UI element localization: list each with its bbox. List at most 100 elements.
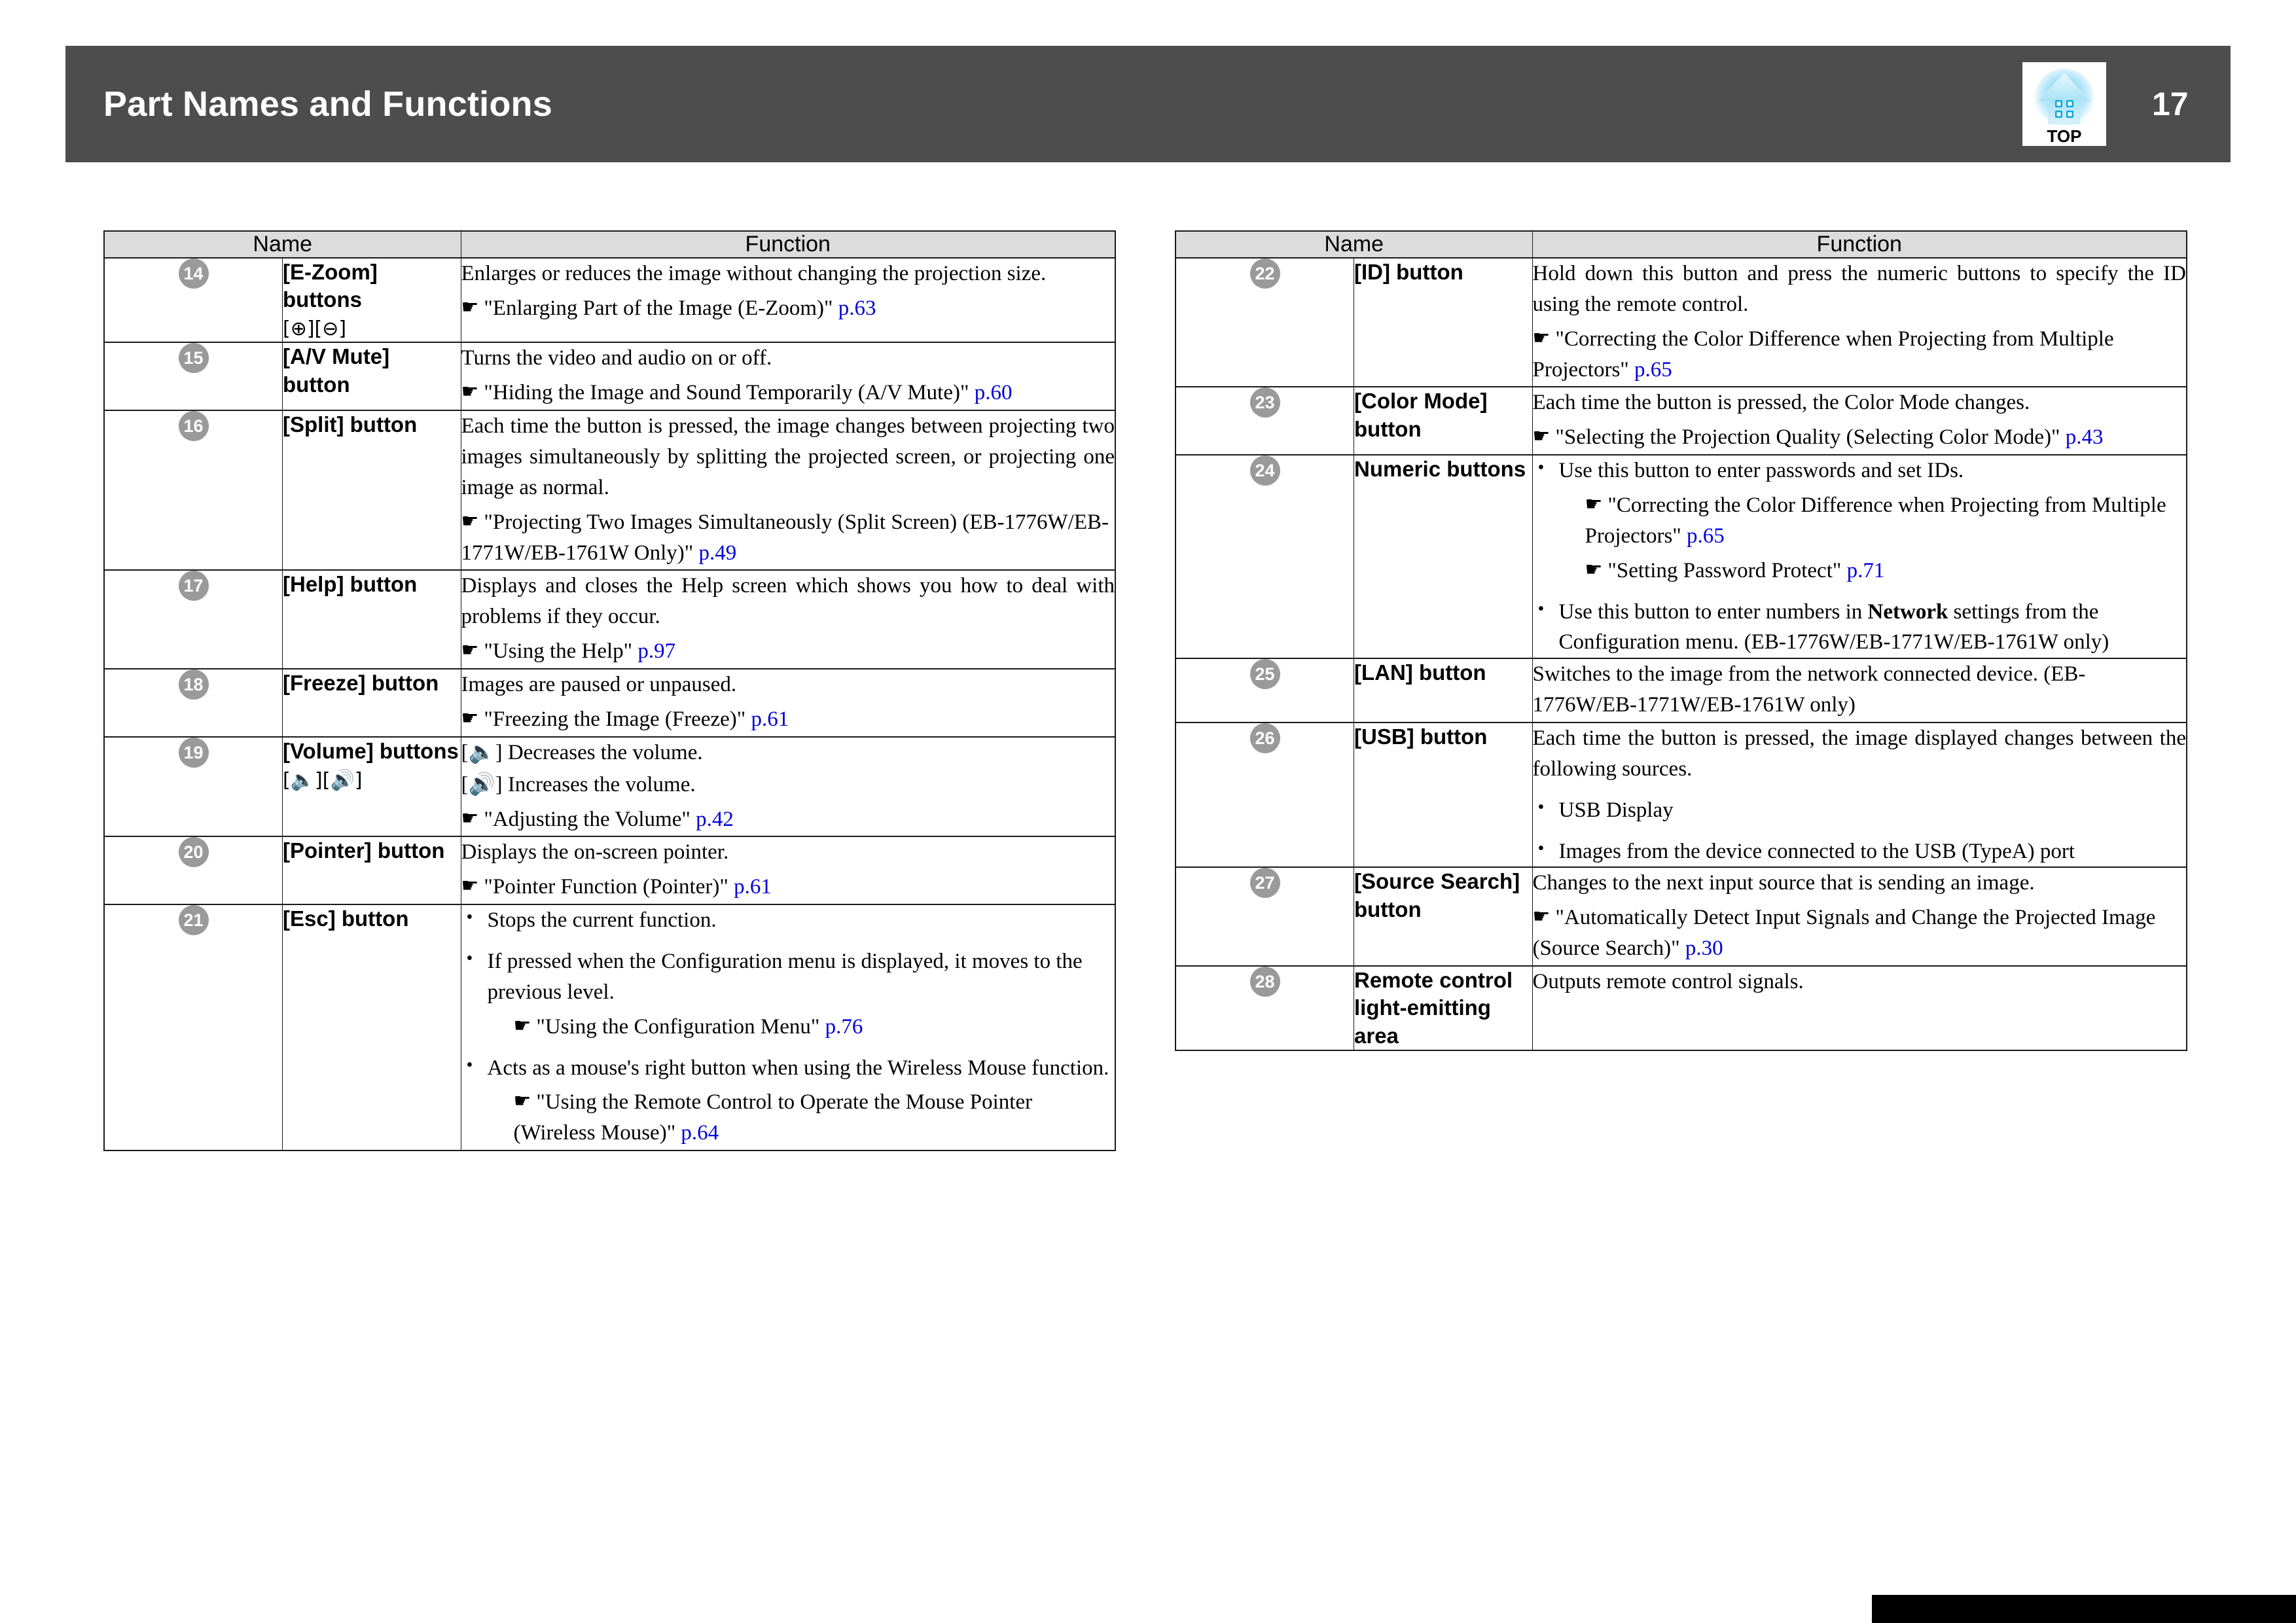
- cross-reference-page-link[interactable]: p.63: [838, 296, 876, 320]
- table-row: 16 [Split] button Each time the button i…: [103, 410, 1116, 571]
- cross-reference-page-link[interactable]: p.60: [975, 381, 1013, 404]
- circled-number-icon: 27: [1249, 868, 1280, 899]
- list-item: If pressed when the Configuration menu i…: [467, 946, 1115, 1043]
- row-function-cell: Stops the current function. If pressed w…: [460, 904, 1116, 1151]
- row-name-cell: [Split] button: [282, 410, 461, 571]
- cross-reference-page-link[interactable]: p.61: [734, 875, 772, 899]
- row-number-cell: 23: [1175, 386, 1354, 455]
- circled-number-icon: 21: [178, 905, 209, 936]
- bullet-text: Use this button to enter numbers in Netw…: [1558, 599, 2109, 654]
- pointing-hand-icon: ☛: [461, 639, 479, 662]
- cross-reference-page-link[interactable]: p.97: [637, 639, 675, 663]
- table-row: 17 [Help] button Displays and closes the…: [103, 569, 1116, 669]
- row-function-cell: Outputs remote control signals.: [1532, 965, 2187, 1051]
- row-function-cell: Images are paused or unpaused. ☛ "Freezin…: [460, 668, 1116, 738]
- cross-reference-title: "Correcting the Color Difference when Pr…: [1532, 327, 2114, 382]
- table-row: 27 [Source Search] button Changes to the…: [1175, 866, 2187, 967]
- cross-reference-page-link[interactable]: p.65: [1634, 358, 1672, 382]
- table-header-row: Name Function: [1175, 230, 2187, 259]
- pointing-hand-icon: ☛: [461, 380, 479, 404]
- pointing-hand-icon: ☛: [1532, 326, 1551, 349]
- page-number: 17: [2152, 86, 2189, 122]
- row-name-cell: [Color Mode] button: [1354, 386, 1533, 455]
- cross-reference: ☛ "Using the Help" p.97: [461, 636, 1115, 667]
- cross-reference: ☛ "Adjusting the Volume" p.42: [461, 804, 1115, 835]
- cross-reference-title: "Correcting the Color Difference when Pr…: [1585, 493, 2166, 548]
- column-header-function: Function: [460, 230, 1116, 259]
- part-name: [E-Zoom] buttons: [283, 260, 378, 312]
- content-columns: Name Function 14 [E-Zoom] buttons [⊕][⊖]…: [0, 230, 2296, 1152]
- table-row: 18 [Freeze] button Images are paused or …: [103, 668, 1116, 738]
- page-header-bar: Part Names and Functions TOP 17: [65, 46, 2231, 162]
- top-home-icon[interactable]: TOP: [2022, 62, 2106, 146]
- cross-reference-page-link[interactable]: p.49: [698, 541, 736, 565]
- pointing-hand-icon: ☛: [513, 1090, 531, 1113]
- parts-table-left: Name Function 14 [E-Zoom] buttons [⊕][⊖]…: [103, 230, 1116, 1152]
- pointing-hand-icon: ☛: [461, 806, 479, 830]
- row-function-cell: Switches to the image from the network c…: [1532, 658, 2187, 723]
- cross-reference-page-link[interactable]: p.71: [1847, 559, 1885, 582]
- cross-reference: ☛ "Correcting the Color Difference when P…: [1533, 324, 2187, 385]
- cross-reference-title: "Projecting Two Images Simultaneously (S…: [461, 510, 1109, 565]
- bullet-text: Use this button to enter passwords and s…: [1558, 459, 1964, 483]
- circled-number-icon: 22: [1249, 259, 1280, 289]
- cross-reference-title: "Setting Password Protect": [1607, 558, 1842, 582]
- pointing-hand-icon: ☛: [1532, 905, 1551, 929]
- row-name-cell: [Esc] button: [282, 904, 461, 1151]
- column-header-function: Function: [1532, 230, 2187, 259]
- row-number-cell: 15: [103, 342, 283, 411]
- list-item: Use this button to enter passwords and s…: [1538, 455, 2187, 586]
- row-number-cell: 20: [103, 836, 283, 905]
- part-name: [A/V Mute] button: [283, 344, 390, 397]
- part-name: [Freeze] button: [283, 671, 439, 696]
- cross-reference-page-link[interactable]: p.76: [825, 1015, 863, 1039]
- part-name: [Color Mode] button: [1354, 389, 1488, 441]
- right-column: Name Function 22 [ID] button Hold down t…: [1175, 230, 2187, 1151]
- cross-reference-page-link[interactable]: p.65: [1687, 524, 1725, 548]
- row-function-cell: Hold down this button and press the nume…: [1532, 257, 2187, 387]
- row-name-cell: [Help] button: [282, 569, 461, 669]
- row-function-cell: Each time the button is pressed, the ima…: [1532, 722, 2187, 868]
- row-number-cell: 19: [103, 736, 283, 837]
- cross-reference: ☛ "Automatically Detect Input Signals and…: [1533, 902, 2187, 964]
- cross-reference-page-link[interactable]: p.64: [681, 1121, 719, 1145]
- part-name-button-glyphs: [⊕][⊖]: [283, 317, 347, 341]
- part-name: Numeric buttons: [1354, 457, 1526, 482]
- cross-reference-page-link[interactable]: p.42: [696, 808, 734, 831]
- row-function-cell: [🔈] Decreases the volume. [🔊] Increases …: [460, 736, 1116, 837]
- table-row: 26 [USB] button Each time the button is …: [1175, 722, 2187, 868]
- list-item: Stops the current function.: [467, 904, 1115, 936]
- pointing-hand-icon: ☛: [461, 874, 479, 898]
- cross-reference-page-link[interactable]: p.43: [2066, 425, 2104, 449]
- list-item: Acts as a mouse's right button when usin…: [467, 1052, 1115, 1149]
- cross-reference-title: "Freezing the Image (Freeze)": [484, 707, 746, 731]
- function-text: Images are paused or unpaused.: [461, 673, 737, 697]
- cross-reference: ☛ "Selecting the Projection Quality (Sele…: [1533, 422, 2187, 453]
- parts-table-right: Name Function 22 [ID] button Hold down t…: [1175, 230, 2187, 1051]
- row-name-cell: Numeric buttons: [1354, 454, 1533, 659]
- pointing-hand-icon: ☛: [461, 509, 479, 533]
- circled-number-icon: 14: [178, 259, 209, 289]
- function-text: [🔈] Decreases the volume.: [461, 740, 703, 764]
- table-row: 15 [A/V Mute] button Turns the video and…: [103, 342, 1116, 411]
- cross-reference-page-link[interactable]: p.30: [1685, 936, 1723, 960]
- row-function-cell: Displays the on-screen pointer. ☛ "Pointe…: [460, 836, 1116, 905]
- list-item: Images from the device connected to the …: [1538, 836, 2187, 867]
- function-text: Hold down this button and press the nume…: [1532, 262, 2187, 316]
- pointing-hand-icon: ☛: [1532, 425, 1551, 448]
- table-row: 14 [E-Zoom] buttons [⊕][⊖] Enlarges or r…: [103, 257, 1116, 343]
- part-name: [Source Search] button: [1354, 869, 1520, 921]
- page-title: Part Names and Functions: [103, 84, 552, 124]
- part-name: [ID] button: [1354, 260, 1463, 284]
- function-text: Outputs remote control signals.: [1532, 970, 1804, 994]
- row-number-cell: 21: [103, 904, 283, 1151]
- row-name-cell: [Pointer] button: [282, 836, 461, 905]
- part-name: [Volume] buttons: [283, 738, 459, 763]
- row-function-cell: Each time the button is pressed, the Col…: [1532, 386, 2187, 455]
- cross-reference: ☛ "Setting Password Protect" p.71: [1559, 556, 2187, 586]
- cross-reference-title: "Enlarging Part of the Image (E-Zoom)": [484, 296, 833, 320]
- function-text: [🔊] Increases the volume.: [461, 772, 696, 796]
- row-number-cell: 25: [1175, 658, 1354, 723]
- cross-reference-page-link[interactable]: p.61: [751, 707, 789, 731]
- circled-number-icon: 15: [178, 343, 209, 374]
